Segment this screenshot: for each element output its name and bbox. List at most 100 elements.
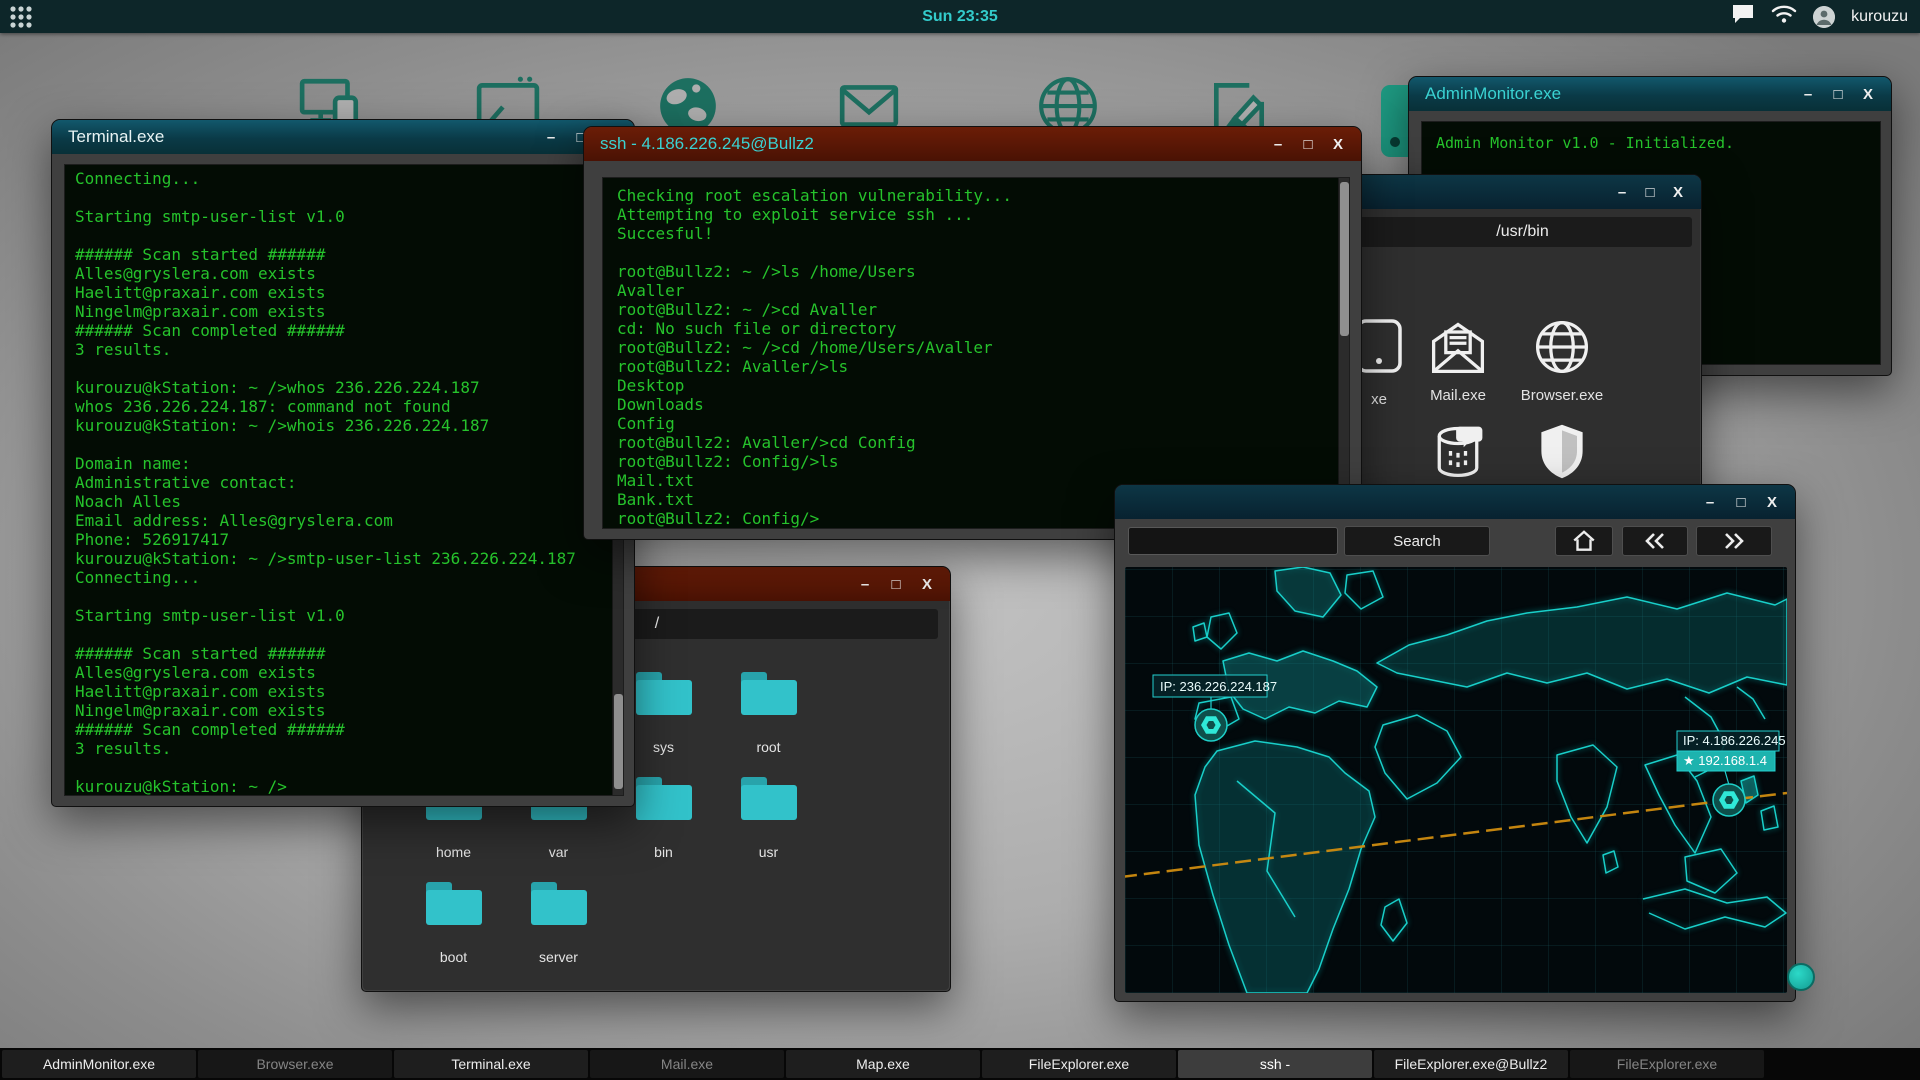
terminal-line: ###### Scan completed ###### bbox=[75, 321, 613, 340]
maximize-button[interactable]: □ bbox=[1643, 184, 1657, 201]
ssh-line: root@Bullz2: ~ />cd /home/Users/Avaller bbox=[617, 338, 1335, 357]
terminal-line bbox=[75, 625, 613, 644]
close-button[interactable]: X bbox=[1331, 136, 1345, 153]
folder-label: boot bbox=[401, 949, 506, 965]
taskbar-item-ssh[interactable]: ssh - bbox=[1178, 1050, 1372, 1078]
file-item-mail[interactable]: Mail.exe bbox=[1410, 317, 1506, 404]
terminal-titlebar[interactable]: Terminal.exe – □ X bbox=[52, 120, 634, 154]
file-label: xe bbox=[1371, 391, 1387, 408]
double-chevron-right-icon bbox=[1721, 530, 1747, 552]
ssh-screen[interactable]: Checking root escalation vulnerability..… bbox=[602, 177, 1350, 529]
minimize-button[interactable]: – bbox=[1703, 494, 1717, 511]
folder-item[interactable]: boot bbox=[401, 873, 506, 978]
maximize-button[interactable]: □ bbox=[889, 576, 903, 593]
terminal-line: Starting smtp-user-list v1.0 bbox=[75, 207, 613, 226]
window-terminal: Terminal.exe – □ X Connecting... Starting… bbox=[51, 119, 635, 807]
minimize-button[interactable]: – bbox=[1801, 86, 1815, 103]
terminal-line: Email address: Alles@gryslera.com bbox=[75, 511, 613, 530]
file-item-browser[interactable]: Browser.exe bbox=[1514, 317, 1610, 404]
close-button[interactable]: X bbox=[920, 576, 934, 593]
scrollbar-thumb[interactable] bbox=[1340, 182, 1349, 336]
folder-item[interactable]: root bbox=[716, 663, 821, 768]
map-marker-b: IP: 4.186.226.245 ★ 192.168.1.4 bbox=[1677, 731, 1786, 816]
minimize-button[interactable]: – bbox=[544, 129, 558, 146]
app-tile-dot bbox=[1390, 137, 1400, 147]
ssh-scrollbar[interactable] bbox=[1338, 178, 1350, 528]
folder-item[interactable]: server bbox=[506, 873, 611, 978]
folder-icon bbox=[422, 877, 486, 929]
terminal-line: kurouzu@kStation: ~ /> bbox=[75, 777, 613, 796]
taskbar-item-fileexplorer[interactable]: FileExplorer.exe bbox=[982, 1050, 1176, 1078]
terminal-title: Terminal.exe bbox=[68, 127, 164, 147]
ssh-line: cd: No such file or directory bbox=[617, 319, 1335, 338]
terminal-line: Ningelm@praxair.com exists bbox=[75, 701, 613, 720]
avatar[interactable] bbox=[1813, 6, 1835, 28]
terminal-line bbox=[75, 758, 613, 777]
terminal-line: Domain name: bbox=[75, 454, 613, 473]
chat-icon[interactable] bbox=[1731, 3, 1755, 30]
ssh-line: Avaller bbox=[617, 281, 1335, 300]
map-viewport[interactable]: IP: 236.226.224.187 IP: 4.186.226.245 ★ … bbox=[1125, 567, 1787, 993]
terminal-line: Noach Alles bbox=[75, 492, 613, 511]
folder-icon bbox=[737, 772, 801, 824]
taskbar-item-map[interactable]: Map.exe bbox=[786, 1050, 980, 1078]
window-ssh: ssh - 4.186.226.245@Bullz2 – □ X Checkin… bbox=[583, 126, 1362, 540]
double-chevron-left-icon bbox=[1642, 530, 1668, 552]
taskbar-item-fileexplorer-bullz2[interactable]: FileExplorer.exe@Bullz2 bbox=[1374, 1050, 1568, 1078]
minimize-button[interactable]: – bbox=[1615, 184, 1629, 201]
terminal-line bbox=[75, 188, 613, 207]
next-button[interactable] bbox=[1696, 526, 1772, 556]
maximize-button[interactable]: □ bbox=[1301, 136, 1315, 153]
prev-button[interactable] bbox=[1622, 526, 1688, 556]
terminal-line: Starting smtp-user-list v1.0 bbox=[75, 606, 613, 625]
ssh-line: Succesful! bbox=[617, 224, 1335, 243]
bin-path-bar[interactable]: /usr/bin bbox=[1353, 217, 1692, 247]
search-input[interactable] bbox=[1128, 527, 1338, 555]
shield-icon bbox=[1532, 421, 1592, 481]
taskbar-item-mail[interactable]: Mail.exe bbox=[590, 1050, 784, 1078]
terminal-line: Alles@gryslera.com exists bbox=[75, 663, 613, 682]
wifi-icon[interactable] bbox=[1771, 4, 1797, 29]
taskbar-item-fileexplorer-2[interactable]: FileExplorer.exe bbox=[1570, 1050, 1764, 1078]
terminal-line: 3 results. bbox=[75, 739, 613, 758]
taskbar-item-terminal[interactable]: Terminal.exe bbox=[394, 1050, 588, 1078]
ssh-line: Downloads bbox=[617, 395, 1335, 414]
terminal-screen[interactable]: Connecting... Starting smtp-user-list v1.… bbox=[64, 164, 624, 796]
terminal-line: Alles@gryslera.com exists bbox=[75, 264, 613, 283]
ssh-line: root@Bullz2: Avaller/>ls bbox=[617, 357, 1335, 376]
map-titlebar[interactable]: – □ X bbox=[1115, 485, 1795, 519]
close-button[interactable]: X bbox=[1671, 184, 1685, 201]
folder-icon bbox=[737, 667, 801, 719]
bin-titlebar[interactable]: – □ X bbox=[1342, 175, 1701, 209]
terminal-line bbox=[75, 435, 613, 454]
ssh-line: root@Bullz2: ~ />ls /home/Users bbox=[617, 262, 1335, 281]
ssh-titlebar[interactable]: ssh - 4.186.226.245@Bullz2 – □ X bbox=[584, 127, 1361, 161]
close-button[interactable]: X bbox=[1861, 86, 1875, 103]
taskbar-item-browser[interactable]: Browser.exe bbox=[198, 1050, 392, 1078]
username[interactable]: kurouzu bbox=[1851, 8, 1908, 26]
file-label: Browser.exe bbox=[1521, 387, 1604, 404]
minimize-button[interactable]: – bbox=[858, 576, 872, 593]
ssh-line: Config bbox=[617, 414, 1335, 433]
terminal-line: kurouzu@kStation: ~ />whos 236.226.224.1… bbox=[75, 378, 613, 397]
terminal-line: Connecting... bbox=[75, 169, 613, 188]
search-button[interactable]: Search bbox=[1344, 526, 1490, 556]
taskbar-item-adminmonitor[interactable]: AdminMonitor.exe bbox=[2, 1050, 196, 1078]
close-button[interactable]: X bbox=[1765, 494, 1779, 511]
admin-titlebar[interactable]: AdminMonitor.exe – □ X bbox=[1409, 77, 1891, 111]
terminal-line: whos 236.226.224.187: command not found bbox=[75, 397, 613, 416]
folder-item[interactable]: usr bbox=[716, 768, 821, 873]
apps-grid-icon[interactable] bbox=[8, 4, 34, 30]
maximize-button[interactable]: □ bbox=[1734, 494, 1748, 511]
ssh-line: root@Bullz2: ~ />cd Avaller bbox=[617, 300, 1335, 319]
scrollbar-thumb[interactable] bbox=[614, 694, 623, 789]
maximize-button[interactable]: □ bbox=[1831, 86, 1845, 103]
minimize-button[interactable]: – bbox=[1271, 136, 1285, 153]
ssh-line: root@Bullz2: Avaller/>cd Config bbox=[617, 433, 1335, 452]
terminal-line: ###### Scan completed ###### bbox=[75, 720, 613, 739]
ssh-line: Checking root escalation vulnerability..… bbox=[617, 186, 1335, 205]
map-fab-button[interactable] bbox=[1787, 963, 1815, 991]
home-button[interactable] bbox=[1555, 526, 1613, 556]
topbar: Sun 23:35 kurouzu bbox=[0, 0, 1920, 33]
terminal-line: 3 results. bbox=[75, 340, 613, 359]
